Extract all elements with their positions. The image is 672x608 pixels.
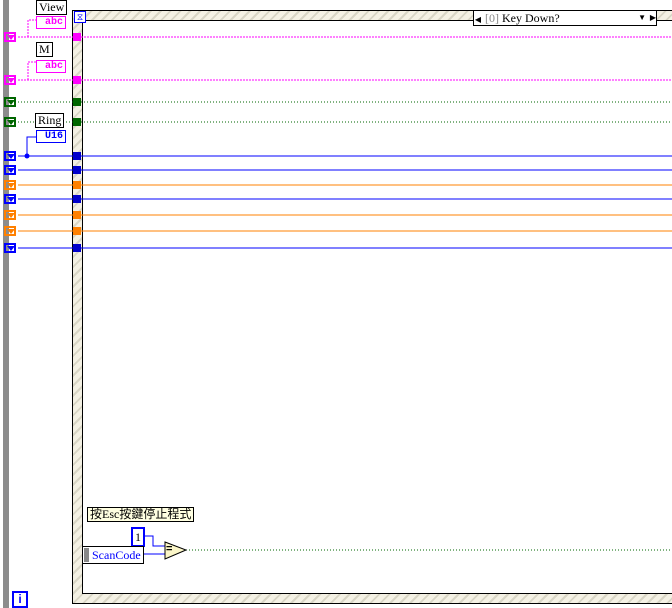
event-selector[interactable]: ◀ [0] Key Down? ▼ ▶ [473, 10, 657, 26]
scancode-field: ScanCode [92, 548, 141, 562]
frame-tunnels [73, 33, 81, 252]
dropdown-arrow-icon[interactable]: ▼ [638, 11, 646, 25]
shift-register-tunnel[interactable] [4, 97, 16, 107]
string-wire [18, 36, 672, 81]
ring-constant[interactable]: U16 [36, 130, 67, 143]
timeout-hourglass-icon: ⧖ [74, 11, 86, 23]
view-label: View [36, 0, 68, 15]
shift-register-tunnel[interactable] [4, 210, 16, 220]
shift-register-tunnel[interactable] [4, 165, 16, 175]
ring-label: Ring [35, 113, 65, 128]
case-name: Key Down? [502, 11, 560, 25]
shift-register-tunnel[interactable] [4, 243, 16, 253]
shift-register-tunnel[interactable] [4, 75, 16, 85]
case-index: [0] [485, 11, 499, 25]
boolean-wire [18, 101, 672, 123]
shift-register-tunnel[interactable] [4, 151, 16, 161]
float-wire [18, 184, 672, 232]
shift-register-tunnel[interactable] [4, 226, 16, 236]
m-label: M [36, 42, 53, 57]
view-string-constant[interactable]: abc [36, 16, 67, 29]
prev-case-arrow[interactable]: ◀ [474, 13, 482, 27]
m-string-constant[interactable]: abc [36, 60, 67, 73]
shift-register-tunnel[interactable] [4, 180, 16, 190]
event-data-node[interactable]: ScanCode [82, 546, 144, 564]
iteration-terminal: i [12, 591, 28, 608]
numeric-constant-one[interactable]: 1 [131, 527, 145, 547]
comment-label: 按Esc按鍵停止程式 [87, 507, 195, 522]
equal-symbol: = [166, 543, 173, 555]
shift-register-tunnel[interactable] [4, 194, 16, 204]
shift-register-tunnel[interactable] [4, 32, 16, 42]
next-case-arrow[interactable]: ▶ [650, 11, 656, 25]
shift-register-tunnel[interactable] [4, 117, 16, 127]
